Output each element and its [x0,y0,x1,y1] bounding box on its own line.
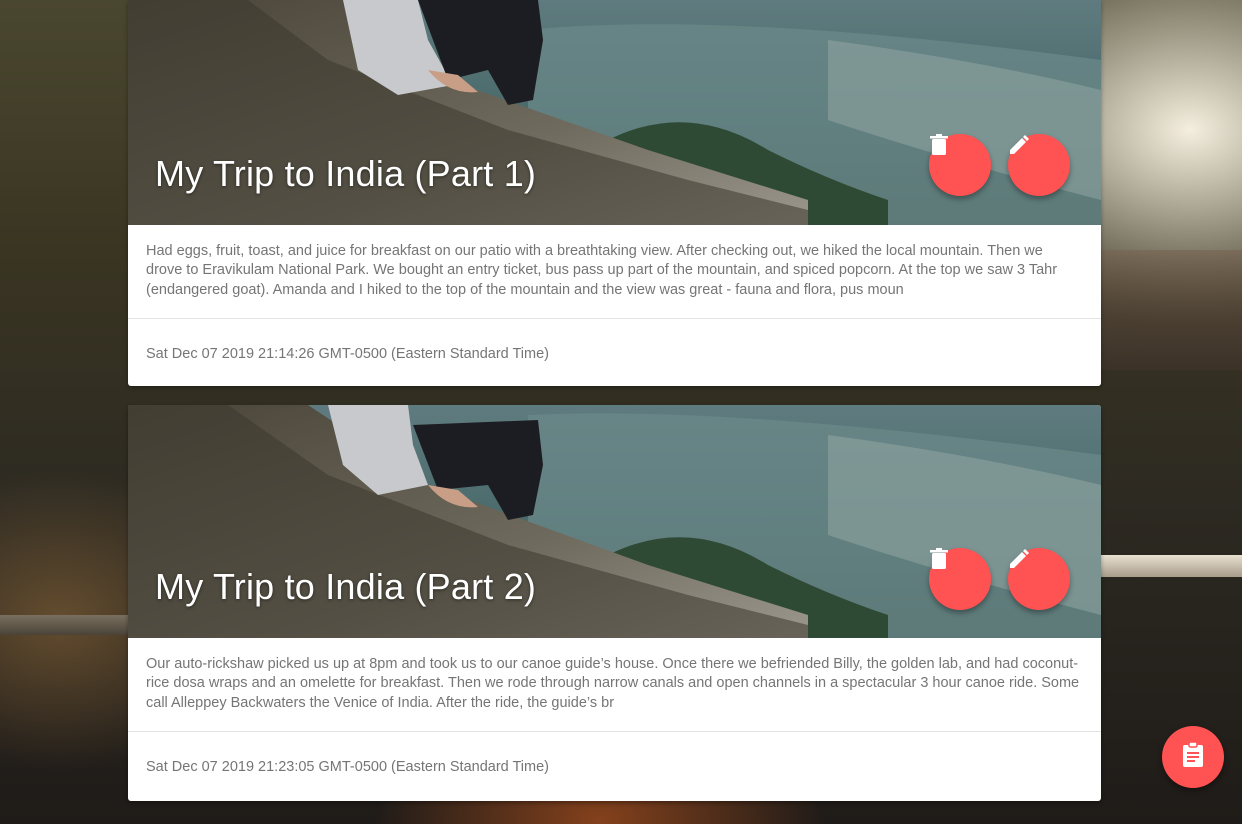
post-card-image: My Trip to India (Part 2) [128,405,1101,638]
post-timestamp: Sat Dec 07 2019 21:14:26 GMT-0500 (Easte… [146,345,550,362]
edit-button[interactable] [1008,548,1070,610]
delete-button[interactable] [929,548,991,610]
post-card-image: My Trip to India (Part 1) [128,0,1101,225]
post-card: My Trip to India (Part 1) Had eggs, frui… [128,0,1101,386]
post-title: My Trip to India (Part 2) [155,566,537,607]
post-timestamp: Sat Dec 07 2019 21:23:05 GMT-0500 (Easte… [146,758,550,775]
new-post-button[interactable] [1162,726,1224,788]
post-excerpt: Our auto-rickshaw picked us up at 8pm an… [128,638,1101,732]
background-railing [1100,555,1242,577]
post-excerpt: Had eggs, fruit, toast, and juice for br… [128,225,1101,319]
delete-button[interactable] [929,134,991,196]
edit-button[interactable] [1008,134,1070,196]
background-railing-left [0,615,128,635]
post-title: My Trip to India (Part 1) [155,153,537,194]
clipboard-icon [1182,740,1204,773]
background-scenery [1100,250,1242,370]
post-card: My Trip to India (Part 2) Our auto-ricks… [128,405,1101,801]
